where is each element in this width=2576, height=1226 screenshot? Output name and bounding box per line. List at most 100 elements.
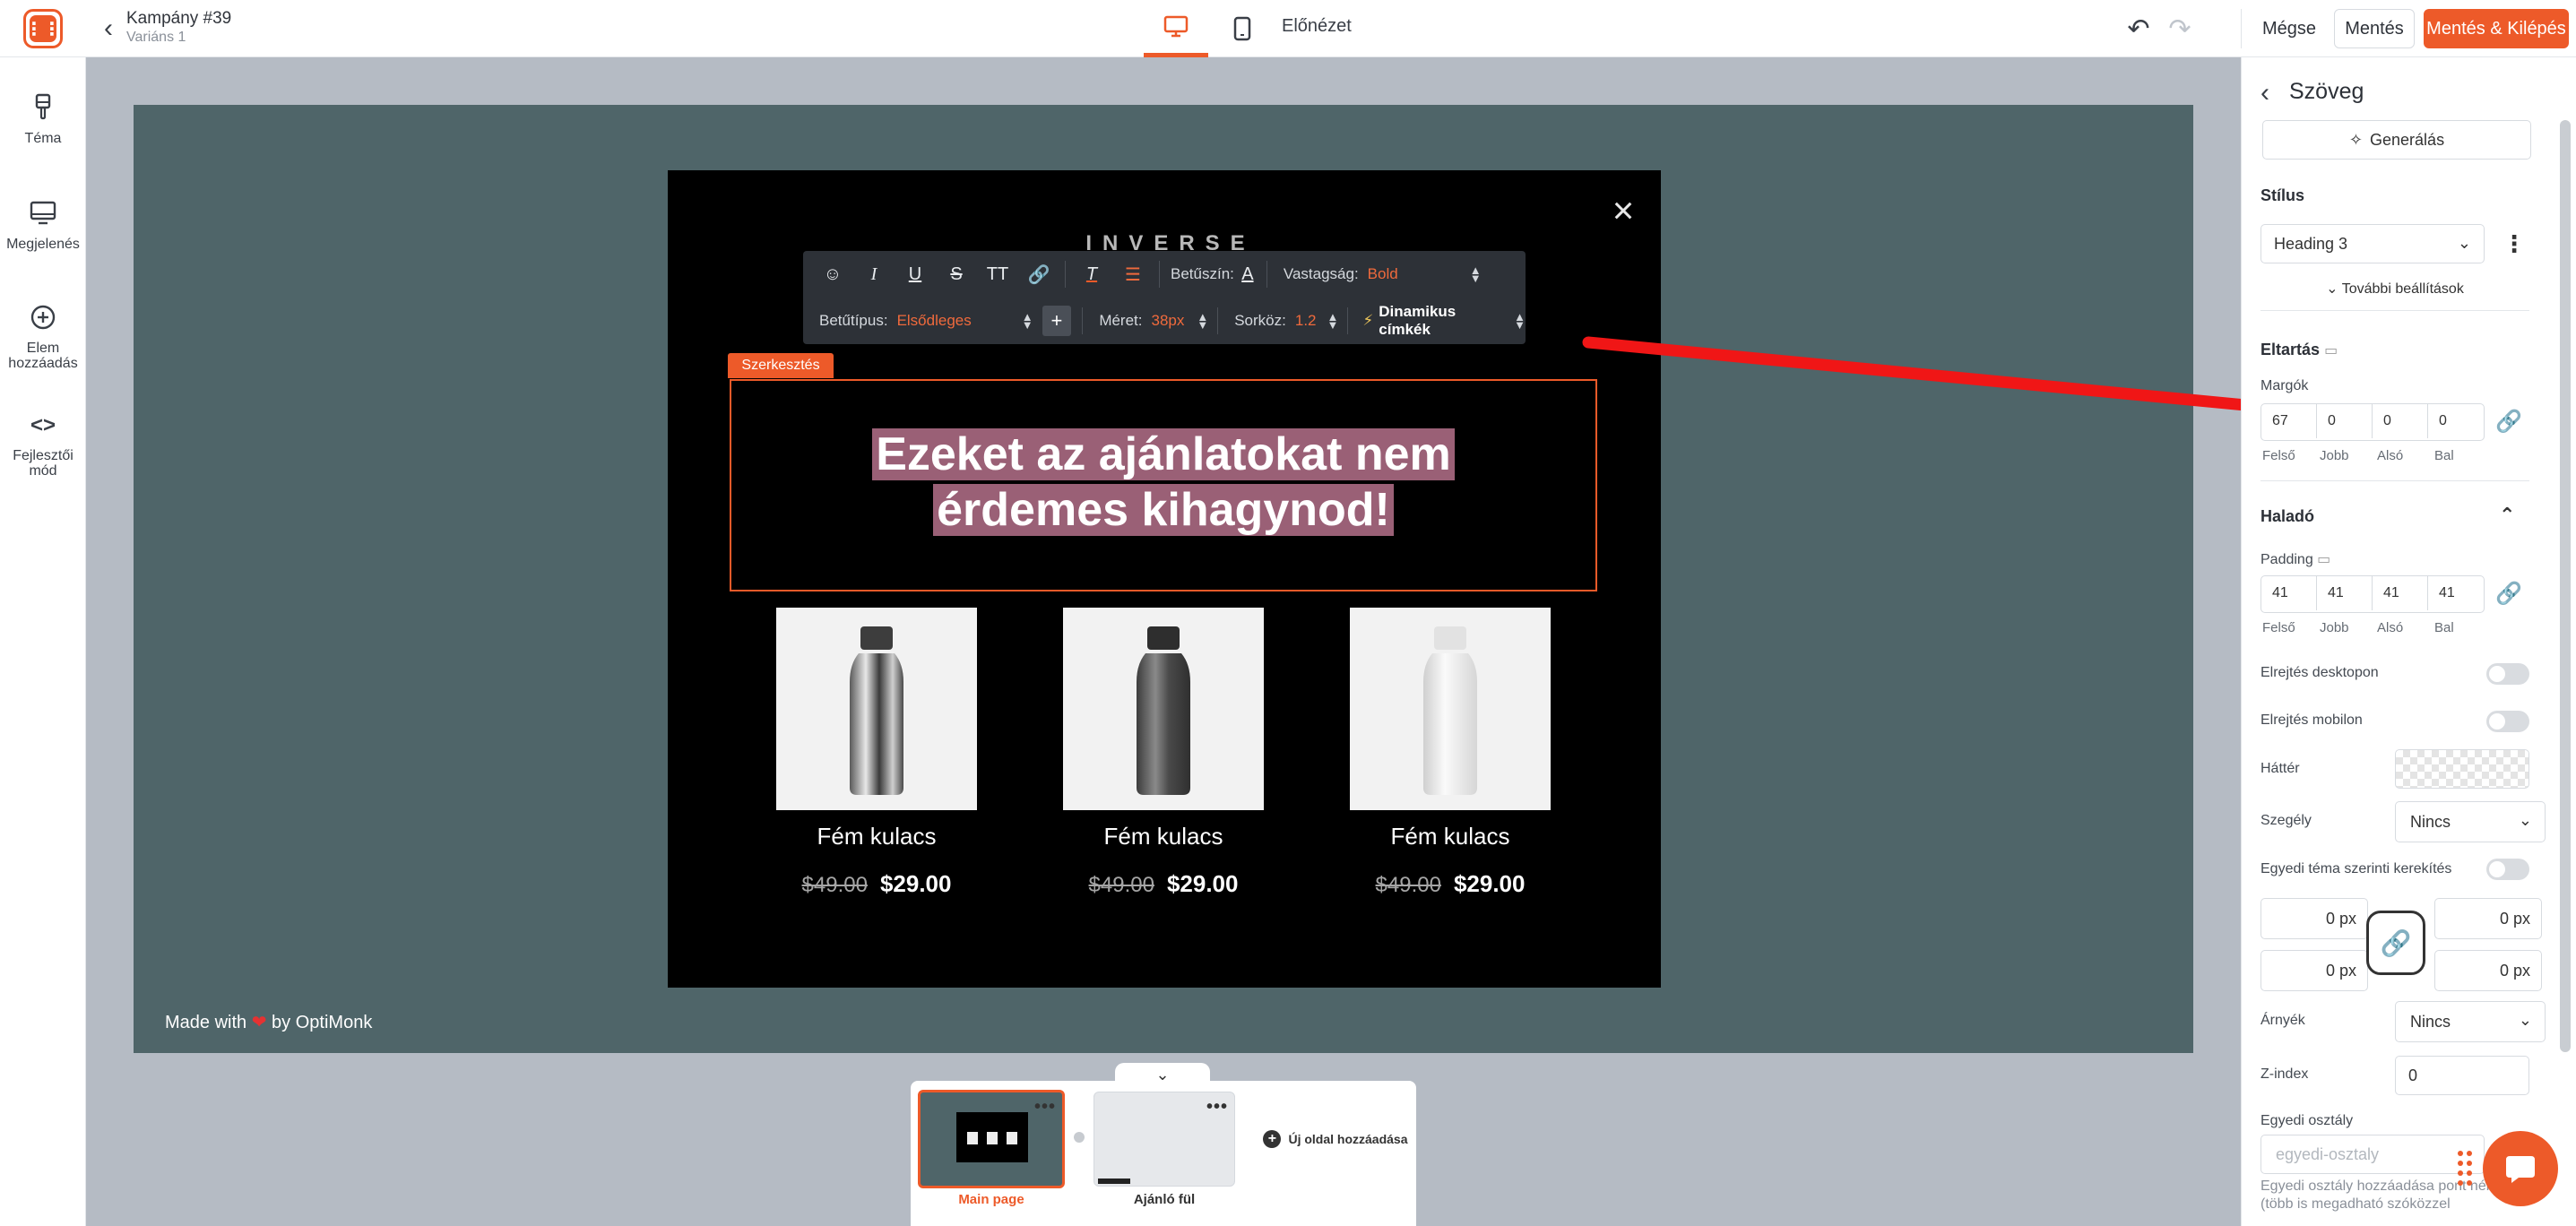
monitor-icon [0, 197, 86, 229]
align-center-icon[interactable]: ☰ [1112, 256, 1154, 292]
line-height-stepper-icon[interactable]: ▲ ▼ [1327, 311, 1339, 331]
hide-mobile-toggle[interactable] [2486, 711, 2529, 732]
campaign-variant: Variáns 1 [126, 30, 186, 45]
dynamic-tags-button[interactable]: Dinamikus címkék [1379, 303, 1507, 339]
heart-icon: ❤ [251, 1013, 267, 1032]
toolbar-separator [1159, 261, 1160, 288]
more-settings-toggle[interactable]: ⌄ További beállítások [2260, 280, 2529, 298]
cancel-button[interactable]: Mégse [2250, 9, 2329, 48]
margin-top-input[interactable]: 67 [2261, 404, 2317, 438]
emoji-icon[interactable]: ☺ [812, 256, 853, 292]
old-price: $49.00 [801, 873, 868, 897]
chat-bubble-icon [2506, 1156, 2535, 1183]
more-icon[interactable]: ••• [1206, 1098, 1228, 1116]
font-type-label: Betűtípus: [819, 312, 888, 329]
zindex-label: Z-index [2260, 1066, 2309, 1082]
red-annotation-line [1582, 336, 2268, 413]
add-page-button[interactable]: + Új oldal hozzáadása [1262, 1090, 1409, 1188]
padding-bottom-input[interactable]: 41 [2373, 576, 2428, 610]
product-card[interactable]: Fém kulacs $49.00 $29.00 [776, 608, 977, 898]
size-input[interactable]: 38px [1152, 312, 1185, 330]
font-type-select[interactable]: Elsődleges [897, 312, 972, 330]
padding-input-group: 41 41 41 41 [2260, 575, 2485, 613]
sidebar-item-label: Megjelenés [6, 237, 80, 252]
chevron-up-icon[interactable]: ⌃ [2499, 504, 2515, 527]
sidebar-item-developer-mode[interactable]: <> Fejlesztői mód [0, 409, 86, 479]
kebab-menu-icon[interactable]: ⋮ [2501, 226, 2528, 262]
dynamic-tags-stepper-icon[interactable]: ▲ ▼ [1514, 311, 1526, 331]
save-button[interactable]: Mentés [2334, 9, 2415, 48]
link-icon[interactable]: 🔗 [1018, 256, 1059, 292]
mobile-view-button[interactable] [1210, 0, 1275, 57]
toolbar-separator [1217, 307, 1219, 334]
sidebar-item-label: Elem hozzáadás [8, 341, 78, 371]
add-font-button[interactable]: + [1042, 306, 1072, 336]
radius-top-left-input[interactable]: 0 px [2260, 898, 2368, 939]
radius-bottom-right-input[interactable]: 0 px [2434, 950, 2542, 991]
link-icon[interactable]: 🔗 [2494, 406, 2524, 436]
radius-link-icon[interactable]: 🔗 [2366, 911, 2425, 975]
zindex-input[interactable]: 0 [2395, 1056, 2529, 1095]
close-icon[interactable]: × [1608, 192, 1638, 229]
shadow-select[interactable]: Nincs ⌄ [2395, 1001, 2546, 1042]
clear-format-icon[interactable]: T [1071, 256, 1112, 292]
custom-class-input[interactable]: egyedi-osztaly [2260, 1135, 2485, 1174]
chevron-down-icon[interactable]: ⌄ [1115, 1063, 1210, 1086]
optimonk-logo[interactable]: ⋮⋮ [23, 9, 63, 48]
border-select[interactable]: Nincs ⌄ [2395, 801, 2546, 842]
font-type-stepper-icon[interactable]: ▲ ▼ [1022, 311, 1033, 331]
radius-bottom-left-input[interactable]: 0 px [2260, 950, 2368, 991]
padding-label: Padding ▭ [2260, 552, 2331, 567]
headline-text[interactable]: Ezeket az ajánlatokat nem érdemes kihagy… [730, 427, 1597, 538]
chevron-down-icon: ⌄ [2518, 811, 2532, 829]
generate-button[interactable]: ✧ Generálás [2262, 120, 2531, 160]
padding-top-input[interactable]: 41 [2261, 576, 2317, 610]
sidebar-item-appearance[interactable]: Megjelenés [0, 197, 86, 252]
size-stepper-icon[interactable]: ▲ ▼ [1197, 311, 1208, 331]
theme-radius-toggle[interactable] [2486, 859, 2529, 880]
background-color-swatch[interactable] [2395, 749, 2529, 789]
padding-left-input[interactable]: 41 [2428, 576, 2484, 610]
margin-right-input[interactable]: 0 [2317, 404, 2373, 438]
weight-select[interactable]: Bold [1368, 265, 1398, 283]
strikethrough-icon[interactable]: S [936, 256, 977, 292]
back-chevron-icon[interactable]: ‹ [95, 13, 122, 45]
style-select[interactable]: Heading 3 ⌄ [2260, 224, 2485, 263]
line-height-input[interactable]: 1.2 [1295, 312, 1317, 330]
product-card[interactable]: Fém kulacs $49.00 $29.00 [1063, 608, 1264, 898]
panel-scrollbar[interactable] [2560, 120, 2571, 1052]
hide-desktop-label: Elrejtés desktopon [2260, 665, 2379, 680]
product-card[interactable]: Fém kulacs $49.00 $29.00 [1350, 608, 1551, 898]
padding-right-input[interactable]: 41 [2317, 576, 2373, 610]
page-connector-dot [1074, 1132, 1085, 1143]
italic-icon[interactable]: I [853, 256, 895, 292]
margins-input-group: 67 0 0 0 [2260, 403, 2485, 441]
link-icon[interactable]: 🔗 [2494, 578, 2524, 609]
margins-label: Margók [2260, 378, 2309, 393]
text-format-toolbar: ☺ I U S TT 🔗 T ☰ Betűszín: A Vastagság: … [803, 251, 1526, 344]
desktop-icon [1163, 15, 1189, 37]
sidebar-item-theme[interactable]: Téma [0, 91, 86, 146]
preview-button[interactable]: Előnézet [1282, 16, 1352, 37]
redo-icon[interactable]: ↷ [2162, 11, 2198, 47]
page-label-main: Main page [958, 1192, 1024, 1207]
hide-mobile-label: Elrejtés mobilon [2260, 712, 2363, 728]
apps-grid-icon[interactable] [2456, 1149, 2474, 1188]
hide-desktop-toggle[interactable] [2486, 663, 2529, 685]
sidebar-item-add-element[interactable]: Elem hozzáadás [0, 301, 86, 371]
underline-icon[interactable]: U [895, 256, 936, 292]
undo-icon[interactable]: ↶ [2121, 11, 2157, 47]
back-chevron-icon[interactable]: ‹ [2252, 77, 2278, 109]
margin-left-input[interactable]: 0 [2428, 404, 2484, 438]
more-icon[interactable]: ••• [1034, 1098, 1056, 1116]
font-color-icon[interactable]: A [1234, 256, 1261, 292]
save-and-exit-button[interactable]: Mentés & Kilépés [2424, 9, 2569, 48]
desktop-view-button[interactable] [1144, 0, 1208, 57]
text-size-icon[interactable]: TT [977, 256, 1018, 292]
chat-support-button[interactable] [2483, 1131, 2558, 1206]
weight-stepper-icon[interactable]: ▲ ▼ [1470, 264, 1482, 284]
radius-top-right-input[interactable]: 0 px [2434, 898, 2542, 939]
margin-bottom-input[interactable]: 0 [2373, 404, 2428, 438]
campaign-title: Kampány #39 [126, 9, 232, 28]
edit-tag[interactable]: Szerkesztés [728, 353, 834, 378]
